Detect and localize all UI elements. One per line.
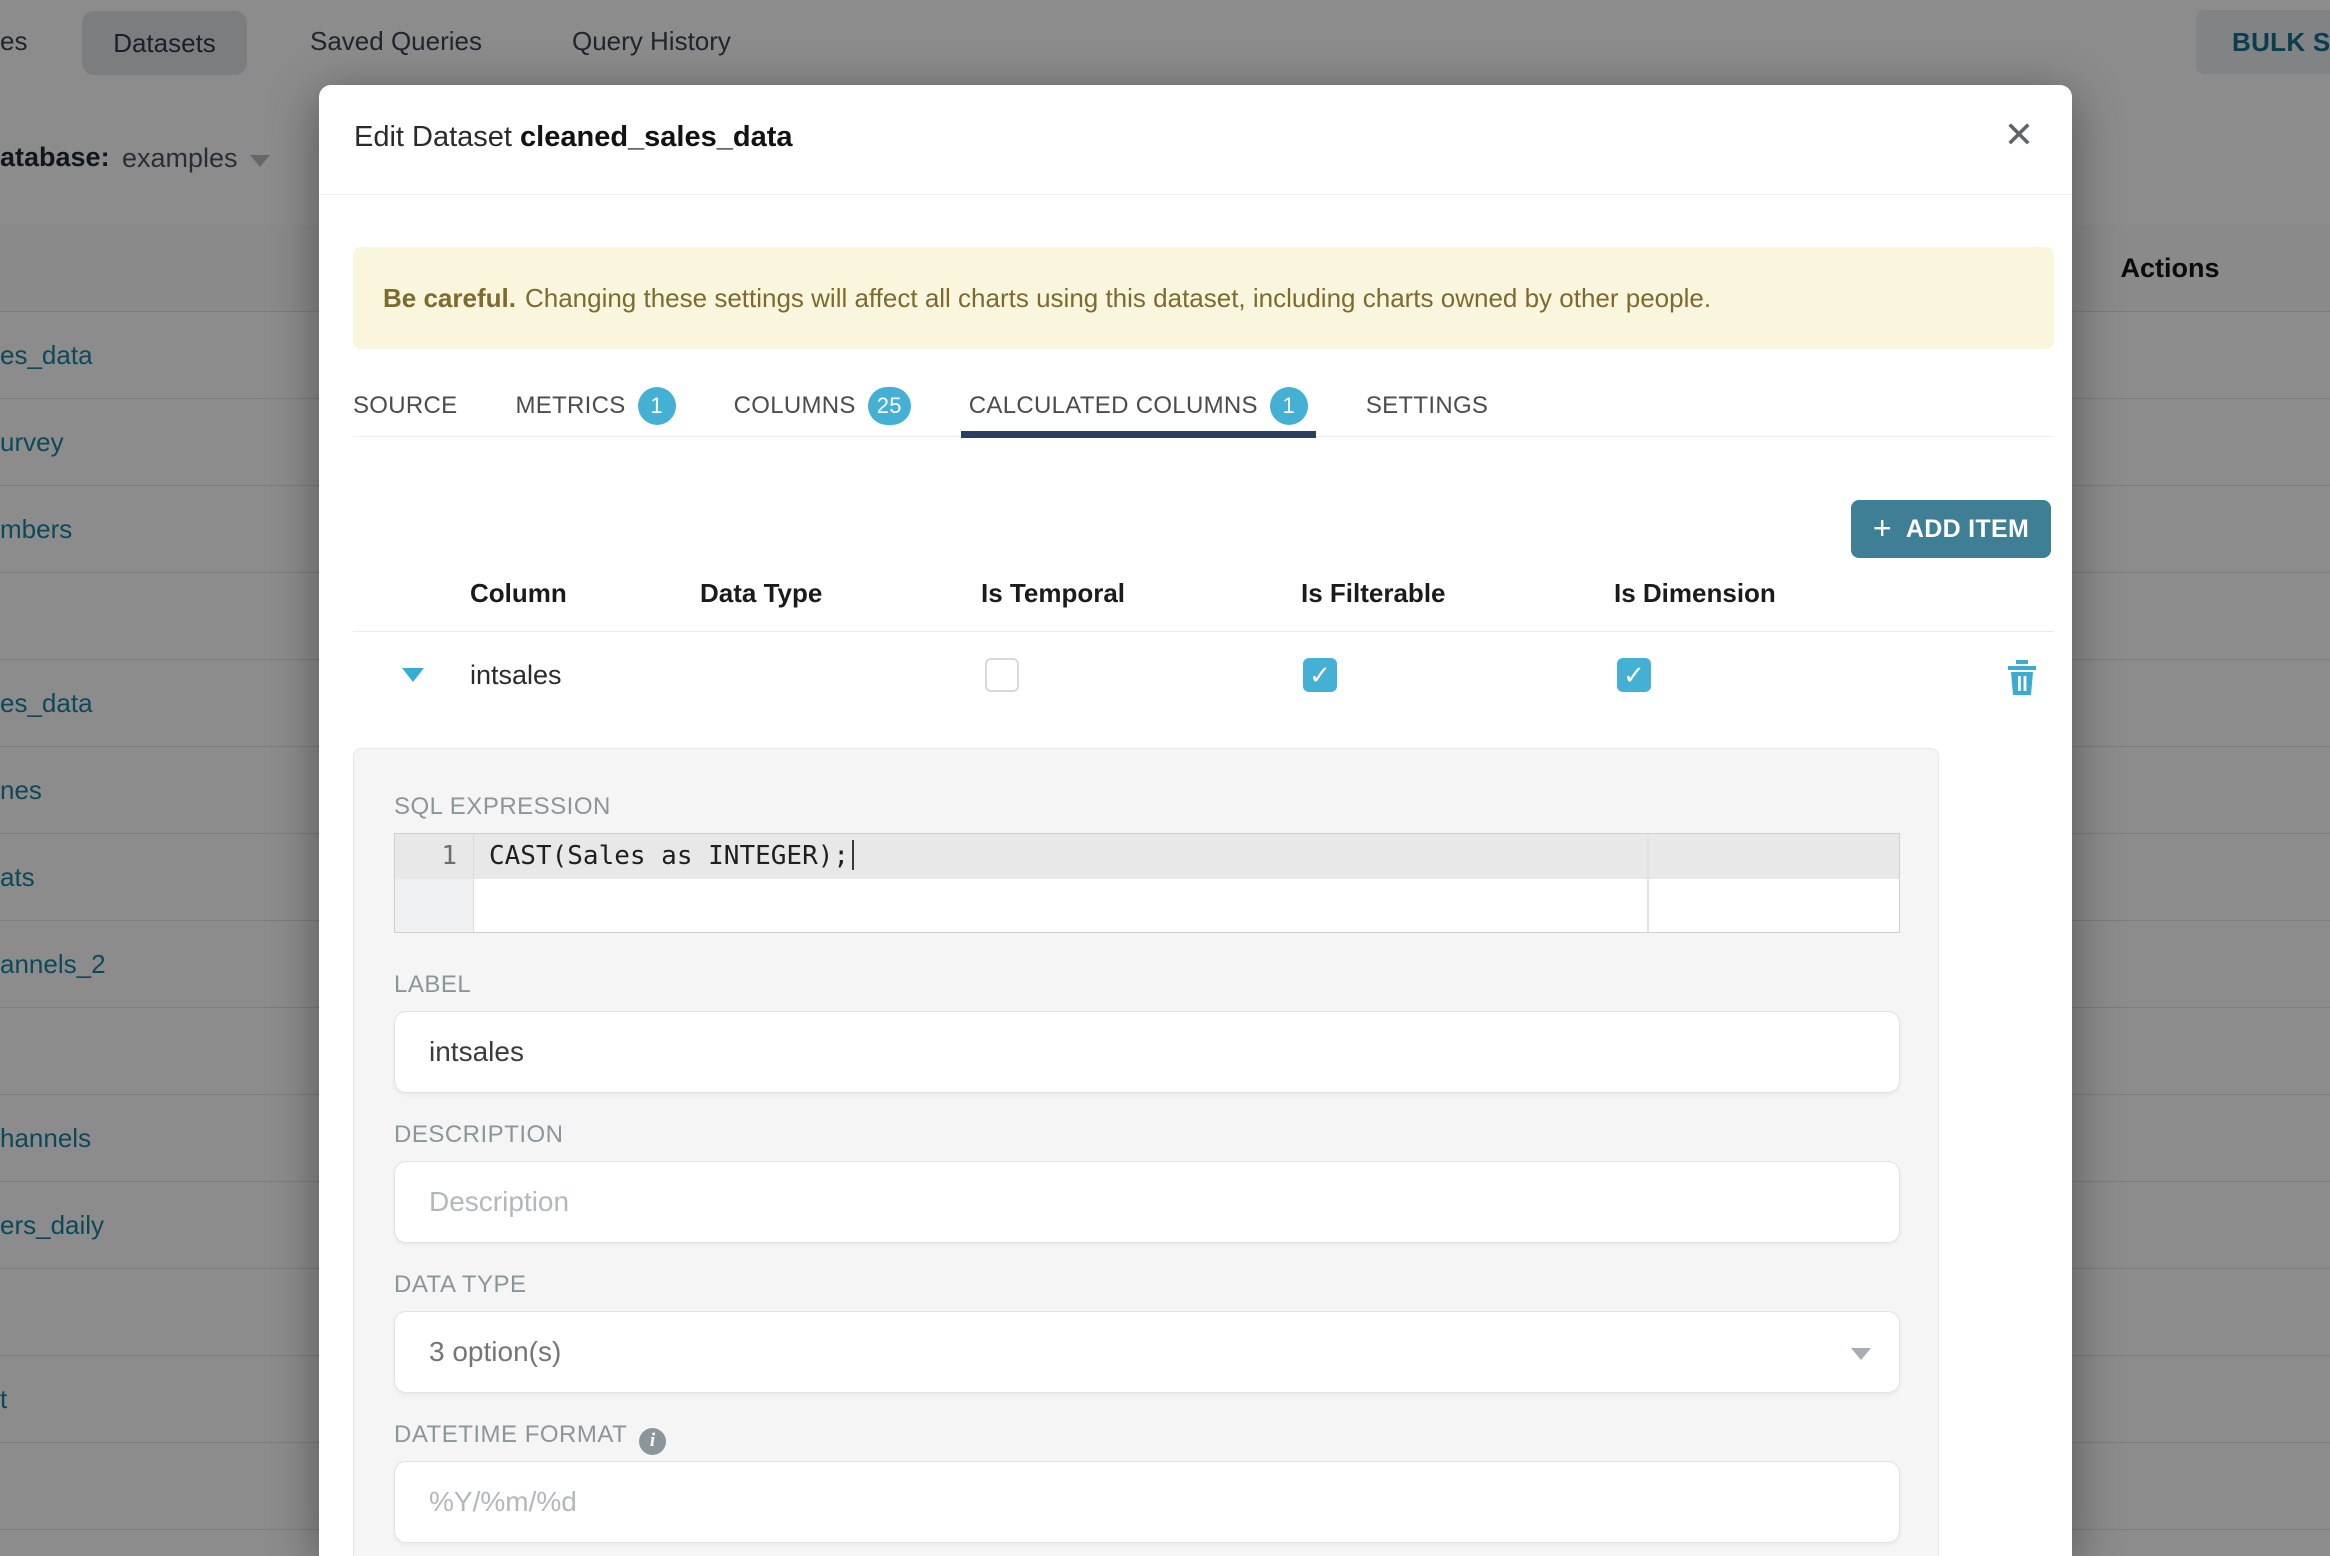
data-type-selected-value: 3 option(s)	[429, 1336, 562, 1367]
description-input[interactable]	[394, 1161, 1900, 1243]
sql-expression-editor[interactable]: 1 CAST(Sales as INTEGER);	[394, 833, 1900, 933]
add-item-button[interactable]: + ADD ITEM	[1851, 500, 2051, 558]
data-type-field-label: DATA TYPE	[394, 1271, 527, 1298]
tab-calculated-columns-label: CALCULATED COLUMNS	[968, 392, 1258, 419]
column-header-is-dimension: Is Dimension	[1614, 578, 1776, 608]
tab-columns[interactable]: COLUMNS 25	[734, 375, 911, 437]
close-icon[interactable]: ✕	[2004, 117, 2034, 153]
tab-metrics-label: METRICS	[515, 392, 626, 419]
collapse-caret-icon[interactable]	[402, 668, 424, 682]
warning-text: Changing these settings will affect all …	[524, 282, 1712, 313]
column-header-is-temporal: Is Temporal	[981, 578, 1126, 608]
column-header-column: Column	[470, 578, 567, 608]
datetime-format-field-label: DATETIME FORMAT i	[394, 1421, 667, 1455]
modal-tab-bar: SOURCE METRICS 1 COLUMNS 25 CALCULATED C…	[353, 375, 2054, 438]
modal-title-dataset-name: cleaned_sales_data	[520, 121, 793, 153]
column-header-data-type: Data Type	[700, 578, 823, 608]
columns-count-badge: 25	[867, 387, 911, 425]
info-icon[interactable]: i	[639, 1427, 667, 1455]
calculated-columns-count-badge: 1	[1269, 387, 1308, 425]
description-field-label: DESCRIPTION	[394, 1121, 564, 1148]
warning-bold-text: Be careful.	[383, 282, 516, 313]
tab-source[interactable]: SOURCE	[353, 375, 457, 437]
data-type-select[interactable]: 3 option(s)	[394, 1311, 1900, 1393]
sql-expression-label: SQL EXPRESSION	[394, 793, 611, 820]
tab-settings[interactable]: SETTINGS	[1366, 375, 1488, 437]
add-item-label: ADD ITEM	[1905, 514, 2030, 543]
sql-code-value: CAST(Sales as INTEGER);	[489, 841, 850, 871]
edit-dataset-modal: Edit Dataset cleaned_sales_data ✕ Be car…	[319, 85, 2072, 1556]
screen: es Datasets Saved Queries Query History …	[0, 0, 2330, 1556]
label-field-label: LABEL	[394, 971, 472, 998]
text-cursor	[852, 840, 855, 870]
modal-title-prefix: Edit Dataset	[354, 121, 521, 153]
datetime-format-label-text: DATETIME FORMAT	[394, 1421, 628, 1448]
modal-title: Edit Dataset cleaned_sales_data	[354, 121, 793, 154]
column-header-is-filterable: Is Filterable	[1301, 578, 1446, 608]
editor-gutter-border	[473, 834, 474, 932]
metrics-count-badge: 1	[637, 387, 676, 425]
label-input[interactable]	[394, 1011, 1900, 1093]
tab-calculated-columns[interactable]: CALCULATED COLUMNS 1	[960, 375, 1316, 438]
calculated-columns-table-header: Column Data Type Is Temporal Is Filterab…	[353, 568, 2054, 632]
plus-icon: +	[1872, 509, 1892, 546]
calculated-column-detail-panel: SQL EXPRESSION 1 CAST(Sales as INTEGER);…	[353, 748, 1939, 1556]
calculated-column-name: intsales	[470, 660, 562, 690]
is-filterable-checkbox[interactable]: ✓	[1303, 658, 1337, 692]
tab-columns-label: COLUMNS	[733, 392, 856, 419]
tab-metrics[interactable]: METRICS 1	[515, 375, 676, 437]
editor-line-number: 1	[441, 841, 457, 871]
tab-settings-label: SETTINGS	[1365, 392, 1489, 419]
warning-banner: Be careful. Changing these settings will…	[353, 247, 2054, 349]
editor-gutter	[395, 879, 473, 932]
select-caret-icon	[1851, 1348, 1871, 1360]
is-temporal-checkbox[interactable]	[985, 658, 1019, 692]
calculated-column-row: intsales ✓ ✓	[353, 632, 2054, 718]
is-dimension-checkbox[interactable]: ✓	[1617, 658, 1651, 692]
tab-source-label: SOURCE	[353, 392, 458, 419]
trash-icon[interactable]	[2006, 658, 2038, 701]
editor-print-margin	[1647, 834, 1649, 932]
sql-code-text: CAST(Sales as INTEGER);	[489, 834, 855, 879]
modal-header: Edit Dataset cleaned_sales_data ✕	[319, 85, 2072, 195]
datetime-format-input[interactable]	[394, 1461, 1900, 1543]
